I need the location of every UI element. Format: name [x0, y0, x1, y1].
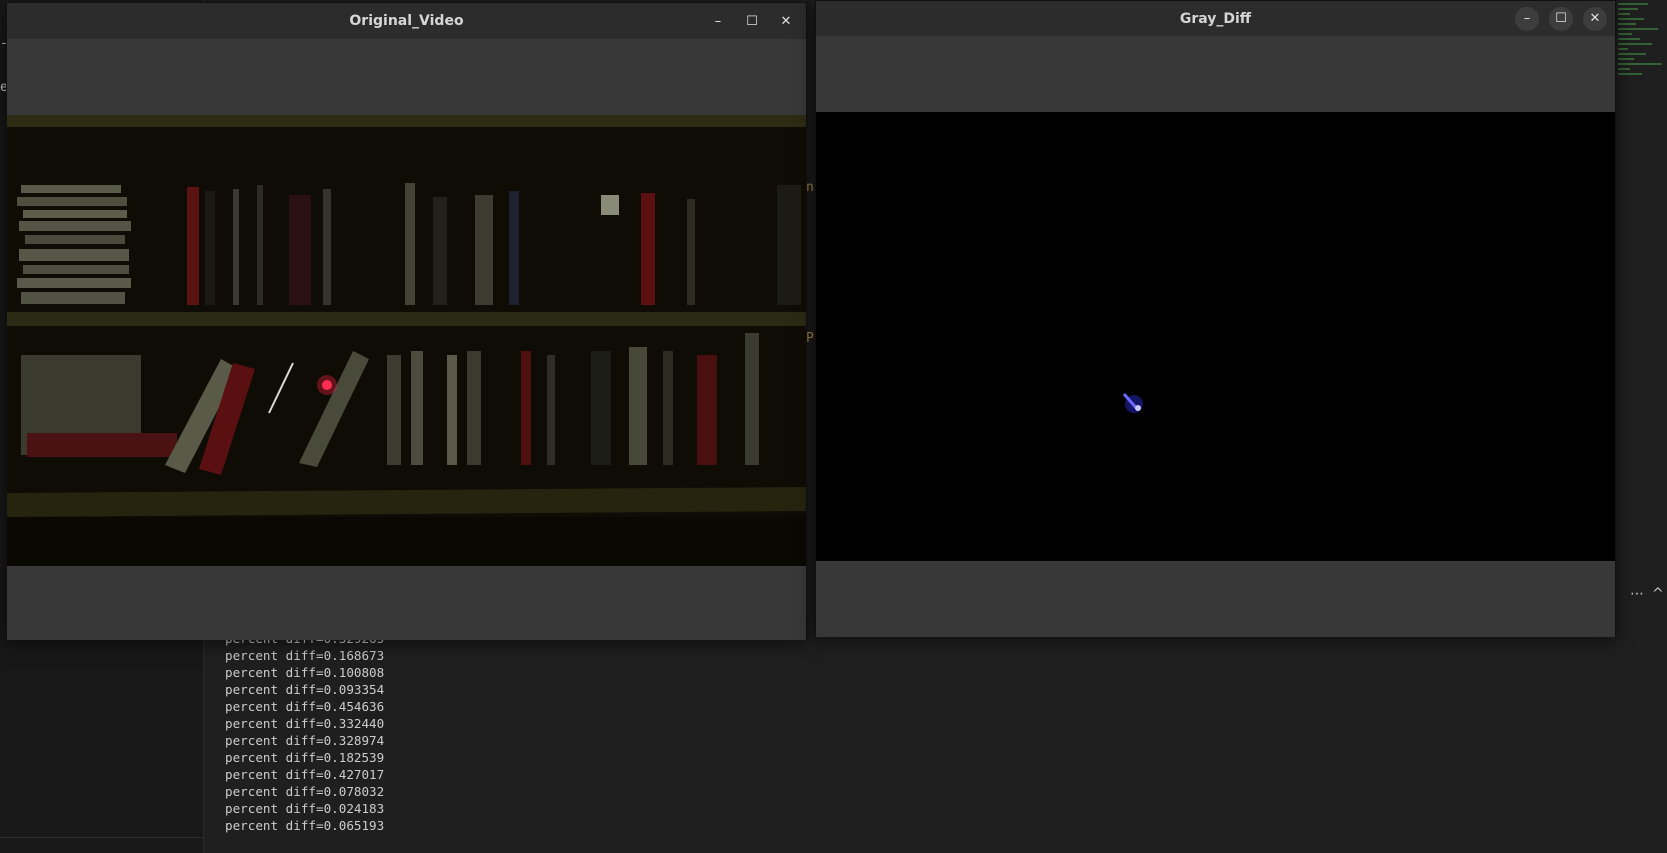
- terminal-line: percent diff=0.328974: [225, 733, 385, 748]
- close-icon[interactable]: ✕: [1583, 6, 1607, 31]
- terminal-line: percent diff=0.024183: [225, 801, 385, 816]
- minimize-icon[interactable]: –: [706, 9, 730, 33]
- terminal-line: percent diff=0.182539: [225, 750, 385, 765]
- terminal-line: percent diff=0.100808: [225, 665, 385, 680]
- title-bar[interactable]: Original_Video – ☐ ✕: [7, 3, 806, 39]
- editor-fragment: P: [806, 331, 814, 346]
- status-area: [816, 561, 1615, 637]
- code-minimap[interactable]: [1615, 0, 1667, 110]
- maximize-icon[interactable]: ☐: [740, 9, 764, 33]
- maximize-icon[interactable]: ☐: [1549, 6, 1573, 31]
- minimize-icon[interactable]: –: [1515, 6, 1539, 31]
- video-frame: [7, 115, 806, 566]
- window-title: Gray_Diff: [1179, 10, 1252, 27]
- chevron-up-icon[interactable]: ^: [1652, 586, 1664, 602]
- window-title: Original_Video: [349, 13, 464, 29]
- terminal-line: percent diff=0.332440: [225, 716, 385, 731]
- gray-diff-window[interactable]: Gray_Diff – ☐ ✕: [815, 0, 1616, 637]
- terminal-line: percent diff=0.427017: [225, 767, 385, 782]
- more-icon[interactable]: ⋯: [1630, 586, 1644, 602]
- editor-fragment: n: [806, 180, 814, 195]
- terminal-line: percent diff=0.093354: [225, 682, 385, 697]
- terminal-line: percent diff=0.454636: [225, 699, 385, 714]
- toolbar-area: [816, 36, 1615, 112]
- original-video-window[interactable]: Original_Video – ☐ ✕: [6, 2, 807, 640]
- terminal-line: percent diff=0.168673: [225, 648, 385, 663]
- diff-frame: [816, 112, 1615, 561]
- terminal-line: percent diff=0.078032: [225, 784, 385, 799]
- close-icon[interactable]: ✕: [774, 9, 798, 33]
- status-area: [7, 566, 806, 640]
- toolbar-area: [7, 39, 806, 115]
- panel-toolbar: ⋯ ^: [1616, 582, 1667, 608]
- title-bar[interactable]: Gray_Diff – ☐ ✕: [816, 1, 1615, 36]
- terminal-line: percent diff=0.065193: [225, 818, 385, 833]
- terminal-output[interactable]: percent diff=0.329265percent diff=0.1686…: [225, 630, 384, 834]
